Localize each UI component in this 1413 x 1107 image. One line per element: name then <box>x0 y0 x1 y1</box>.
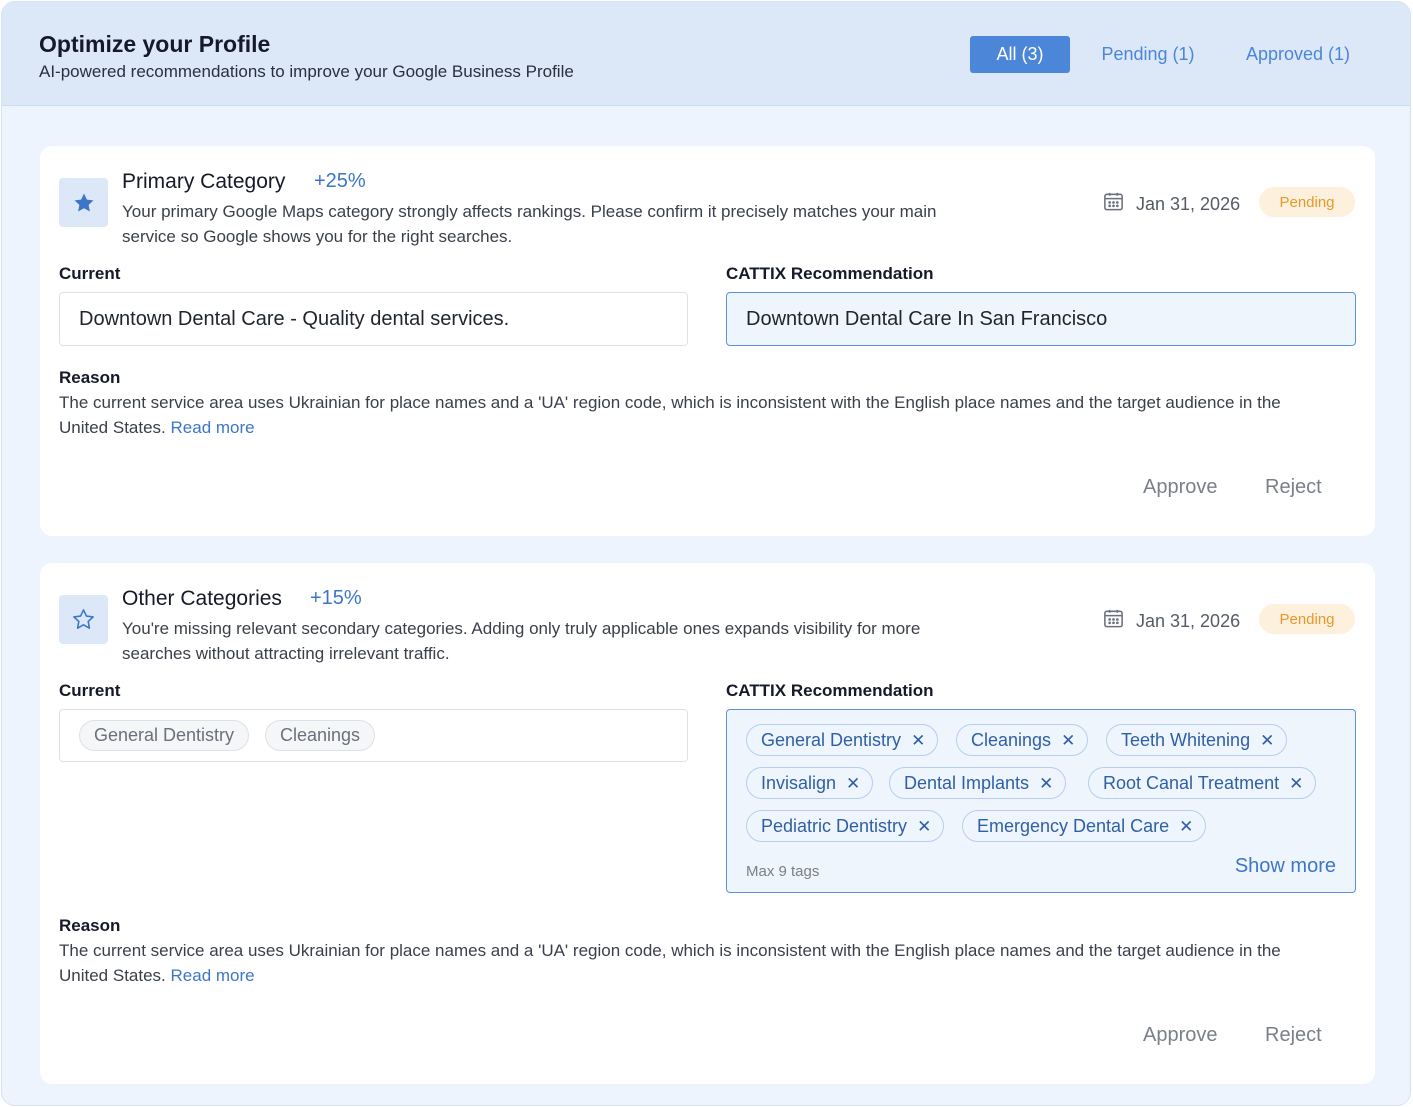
close-icon[interactable]: ✕ <box>1039 775 1053 792</box>
filter-approved-button[interactable]: Approved (1) <box>1238 36 1358 73</box>
max-tags-hint: Max 9 tags <box>746 863 820 880</box>
tag-label: Cleanings <box>971 729 1052 750</box>
close-icon[interactable]: ✕ <box>911 732 925 749</box>
current-label: Current <box>59 264 121 283</box>
recommendation-value-field[interactable]: Downtown Dental Care In San Francisco <box>726 292 1356 346</box>
impact-badge: +25% <box>314 170 366 192</box>
recommended-tag[interactable]: Emergency Dental Care ✕ <box>962 810 1207 842</box>
recommendation-label: CATTIX Recommendation <box>726 681 934 700</box>
current-tag: Cleanings <box>265 720 376 751</box>
reason-text: The current service area uses Ukrainian … <box>59 938 1309 988</box>
recommended-tag[interactable]: Pediatric Dentistry ✕ <box>746 810 945 842</box>
reason-text: The current service area uses Ukrainian … <box>59 390 1309 440</box>
reject-button[interactable]: Reject <box>1265 476 1322 499</box>
page-subtitle: AI-powered recommendations to improve yo… <box>39 62 574 81</box>
reason-label: Reason <box>59 916 121 935</box>
tag-label: General Dentistry <box>761 729 902 750</box>
show-more-link[interactable]: Show more <box>1235 855 1336 878</box>
status-badge: Pending <box>1259 604 1355 634</box>
tag-label: Root Canal Treatment <box>1103 772 1280 793</box>
current-tags-field: General Dentistry Cleanings <box>59 709 688 762</box>
card-description: Your primary Google Maps category strong… <box>122 202 937 246</box>
recommendation-tags-field[interactable]: General Dentistry ✕ Cleanings ✕ Teeth Wh… <box>726 709 1356 893</box>
close-icon[interactable]: ✕ <box>1260 732 1274 749</box>
recommended-tag[interactable]: Invisalign ✕ <box>746 767 874 799</box>
status-badge: Pending <box>1259 187 1355 217</box>
current-value-field: Downtown Dental Care - Quality dental se… <box>59 292 688 346</box>
close-icon[interactable]: ✕ <box>1179 818 1193 835</box>
current-label: Current <box>59 681 121 700</box>
tag-label: Dental Implants <box>904 772 1030 793</box>
date-text: Jan 31, 2026 <box>1136 193 1241 214</box>
page-title: Optimize your Profile <box>39 31 271 57</box>
calendar-icon <box>1102 607 1125 635</box>
card-title: Other Categories <box>122 587 282 610</box>
card-title: Primary Category <box>122 170 286 193</box>
recommended-tag[interactable]: Root Canal Treatment ✕ <box>1088 767 1317 799</box>
approve-button[interactable]: Approve <box>1143 476 1218 499</box>
recommendation-label: CATTIX Recommendation <box>726 264 934 283</box>
recommended-tag[interactable]: Dental Implants ✕ <box>889 767 1067 799</box>
tag-label: Pediatric Dentistry <box>761 815 908 836</box>
recommended-tag[interactable]: General Dentistry ✕ <box>746 724 939 756</box>
close-icon[interactable]: ✕ <box>1061 732 1075 749</box>
read-more-link[interactable]: Read more <box>171 966 255 985</box>
reason-label: Reason <box>59 368 121 387</box>
recommended-tag[interactable]: Cleanings ✕ <box>956 724 1089 756</box>
tag-label: Teeth Whitening <box>1121 729 1251 750</box>
approve-button[interactable]: Approve <box>1143 1024 1218 1047</box>
close-icon[interactable]: ✕ <box>846 775 860 792</box>
recommendations-panel: Optimize your Profile AI-powered recomme… <box>1 1 1411 1106</box>
date-text: Jan 31, 2026 <box>1136 610 1241 631</box>
tag-label: Emergency Dental Care <box>977 815 1170 836</box>
card-description: You're missing relevant secondary catego… <box>122 619 921 663</box>
close-icon[interactable]: ✕ <box>917 818 931 835</box>
panel-header: Optimize your Profile AI-powered recomme… <box>2 2 1410 106</box>
recommendation-card-other-categories: Other Categories +15% You're missing rel… <box>40 563 1375 1084</box>
current-tag: General Dentistry <box>79 720 250 751</box>
calendar-icon <box>1102 190 1125 218</box>
reject-button[interactable]: Reject <box>1265 1024 1322 1047</box>
read-more-link[interactable]: Read more <box>171 418 255 437</box>
tag-label: Invisalign <box>761 772 837 793</box>
filter-all-button[interactable]: All (3) <box>970 36 1070 73</box>
filter-pending-button[interactable]: Pending (1) <box>1092 36 1204 73</box>
card-date: Jan 31, 2026 <box>1102 607 1240 635</box>
recommended-tag[interactable]: Teeth Whitening ✕ <box>1106 724 1288 756</box>
close-icon[interactable]: ✕ <box>1289 775 1303 792</box>
star-filled-icon <box>59 178 108 227</box>
star-outline-icon <box>59 595 108 644</box>
recommendation-card-primary-category: Primary Category +25% Your primary Googl… <box>40 146 1375 536</box>
impact-badge: +15% <box>310 587 362 609</box>
card-date: Jan 31, 2026 <box>1102 190 1240 218</box>
